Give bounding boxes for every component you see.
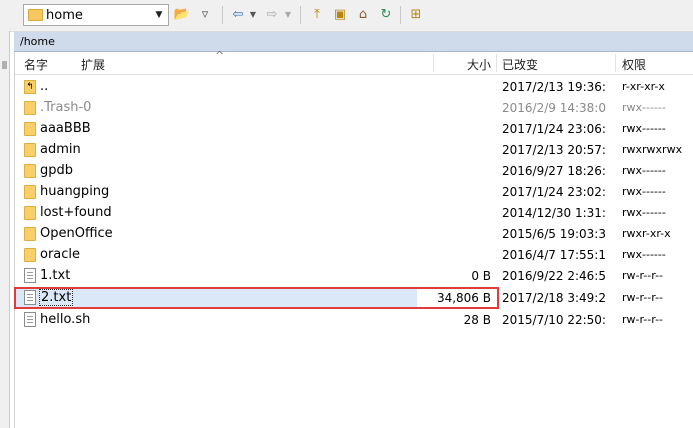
column-header-permissions[interactable]: 权限 [622,56,646,73]
item-name: aaaBBB [40,121,91,136]
item-permissions: rwx------ [622,248,666,261]
column-header-name[interactable]: 名字 [24,56,48,73]
list-item[interactable]: lost+found 2014/12/30 1:31:... rwx------ [15,202,693,223]
column-divider[interactable] [615,54,616,72]
folder-icon [24,164,36,178]
parent-folder-icon[interactable]: ⤒ [307,5,327,25]
item-size: 0 B [471,269,491,283]
folder-icon [24,101,36,115]
root-folder-icon[interactable]: ▣ [330,5,350,25]
item-modified: 2017/2/13 19:36:... [502,80,606,94]
list-item[interactable]: oracle 2016/4/7 17:55:14 rwx------ [15,244,693,265]
location-combo[interactable]: home ▼ [23,4,169,26]
item-modified: 2015/7/10 22:50:... [502,313,606,327]
toolbar-separator [222,6,223,24]
parent-directory-icon: ↰ [24,80,36,94]
left-panel-edge[interactable] [0,31,10,428]
item-permissions: rwxrwxrwx [622,143,683,156]
list-item[interactable]: ↰ .. 2017/2/13 19:36:... r-xr-xr-x [15,76,693,97]
item-modified: 2017/2/13 20:57:... [502,143,606,157]
item-modified: 2017/1/24 23:02:... [502,185,606,199]
open-folder-icon[interactable]: 📂 [172,5,192,25]
item-name: 1.txt [40,268,71,283]
folder-icon [28,9,43,21]
item-modified: 2016/9/27 18:26:... [502,164,606,178]
item-permissions: rwx------ [622,122,666,135]
column-header-ext[interactable]: 扩展 [81,56,105,73]
toolbar: home ▼ 📂 ▿ ⇦ ▼ ⇨ ▼ ⤒ ▣ ⌂ ↻ ⊞ [0,0,693,32]
item-permissions: rwx------ [622,101,666,114]
item-name: lost+found [40,205,112,220]
location-value: home [46,8,83,23]
item-modified: 2017/1/24 23:06:... [502,122,606,136]
item-permissions: r-xr-xr-x [622,80,665,93]
splitter-handle[interactable] [2,61,7,69]
sort-ascending-icon: ^ [215,49,225,62]
list-item[interactable]: .Trash-0 2016/2/9 14:38:06 rwx------ [15,97,693,118]
item-name: OpenOffice [40,226,113,241]
tree-icon[interactable]: ⊞ [406,5,426,25]
current-path: /home [20,35,55,48]
item-name: huangping [40,184,110,199]
item-permissions: rw-r--r-- [622,269,664,282]
item-name: 2.txt [39,289,74,306]
folder-icon [24,185,36,199]
home-icon[interactable]: ⌂ [353,5,373,25]
folder-icon [24,122,36,136]
item-modified: 2016/4/7 17:55:14 [502,248,606,262]
item-name: gpdb [40,163,74,178]
file-list: 名字 扩展 ^ 大小 已改变 权限 ↰ .. 2017/2/13 19:36:.… [14,49,693,428]
item-permissions: rwxr-xr-x [622,227,671,240]
item-modified: 2017/2/18 3:49:23 [502,291,606,305]
folder-icon [24,248,36,262]
forward-icon[interactable]: ⇨ [262,5,282,25]
list-item[interactable]: 1.txt 0 B 2016/9/22 2:46:59 rw-r--r-- [15,265,693,286]
item-permissions: rwx------ [622,164,666,177]
filter-icon[interactable]: ▿ [195,5,215,25]
item-permissions: rw-r--r-- [622,313,664,326]
column-header-size[interactable]: 大小 [467,56,491,73]
item-permissions: rw-r--r-- [622,291,664,304]
item-name: oracle [40,247,81,262]
refresh-icon[interactable]: ↻ [376,5,396,25]
item-name: admin [40,142,81,157]
list-item[interactable]: gpdb 2016/9/27 18:26:... rwx------ [15,160,693,181]
list-item[interactable]: hello.sh 28 B 2015/7/10 22:50:... rw-r--… [15,309,693,330]
item-name: .. [40,79,49,94]
item-permissions: rwx------ [622,185,666,198]
file-list-header: 名字 扩展 ^ 大小 已改变 权限 [15,49,693,75]
back-dropdown-icon[interactable]: ▼ [247,5,259,25]
script-file-icon [24,312,36,327]
toolbar-separator [400,6,401,24]
item-modified: 2016/2/9 14:38:06 [502,101,606,115]
column-divider[interactable] [433,54,434,72]
list-item[interactable]: OpenOffice 2015/6/5 19:03:38 rwxr-xr-x [15,223,693,244]
item-name: hello.sh [40,312,91,327]
item-name: .Trash-0 [40,100,92,115]
item-size: 28 B [463,313,491,327]
column-header-modified[interactable]: 已改变 [502,56,538,73]
list-item[interactable]: aaaBBB 2017/1/24 23:06:... rwx------ [15,118,693,139]
back-icon[interactable]: ⇦ [228,5,248,25]
item-modified: 2014/12/30 1:31:... [502,206,606,220]
folder-icon [24,227,36,241]
column-divider[interactable] [496,54,497,72]
list-item-selected[interactable]: 2.txt [15,287,417,308]
list-item[interactable]: huangping 2017/1/24 23:02:... rwx------ [15,181,693,202]
folder-icon [24,206,36,220]
dropdown-arrow-icon[interactable]: ▼ [152,8,166,22]
folder-icon [24,143,36,157]
text-file-icon [24,290,36,305]
item-modified: 2016/9/22 2:46:59 [502,269,606,283]
item-modified: 2015/6/5 19:03:38 [502,227,606,241]
toolbar-separator [300,6,301,24]
list-item[interactable]: admin 2017/2/13 20:57:... rwxrwxrwx [15,139,693,160]
list-item-details[interactable]: 34,806 B 2017/2/18 3:49:23 rw-r--r-- [417,287,693,308]
text-file-icon [24,268,36,283]
item-size: 34,806 B [436,291,491,305]
path-bar: /home [14,32,693,52]
forward-dropdown-icon[interactable]: ▼ [282,5,294,25]
item-permissions: rwx------ [622,206,666,219]
